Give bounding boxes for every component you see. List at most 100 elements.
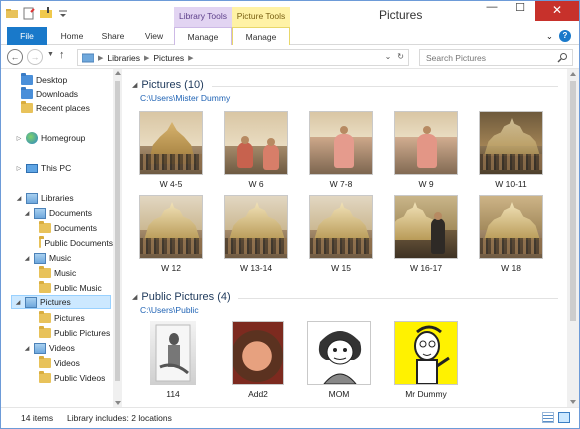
picture-tools-header: Picture Tools bbox=[232, 7, 290, 29]
thumbnail-caption: W 10-11 bbox=[495, 179, 527, 189]
photo-thumbnail bbox=[394, 321, 458, 385]
thumbnail-item[interactable]: W 13-14 bbox=[223, 195, 289, 273]
thumbnail-item[interactable]: W 4-5 bbox=[138, 111, 204, 189]
maximize-button[interactable]: ☐ bbox=[507, 1, 533, 21]
nav-label: Music bbox=[54, 268, 77, 278]
scroll-up-icon[interactable] bbox=[115, 71, 121, 75]
nav-item-public-videos[interactable]: Public Videos bbox=[39, 371, 105, 385]
refresh-icon[interactable]: ↻ bbox=[397, 52, 404, 61]
group-header-public-pictures[interactable]: ◢ Public Pictures (4) bbox=[132, 291, 231, 303]
thumbnail-item[interactable]: W 7-8 bbox=[308, 111, 374, 189]
collapse-group-icon[interactable]: ◢ bbox=[132, 81, 137, 89]
content-pane: ◢ Pictures (10) C:\Users\Mister Dummy W … bbox=[126, 69, 567, 407]
content-scrollbar[interactable] bbox=[567, 69, 579, 407]
tab-manage-library[interactable]: Manage bbox=[174, 27, 232, 45]
nav-item-videos-library[interactable]: ◢ Videos bbox=[23, 341, 75, 355]
collapse-group-icon[interactable]: ◢ bbox=[132, 293, 137, 301]
breadcrumb-libraries[interactable]: Libraries bbox=[107, 53, 140, 63]
nav-scroll-thumb[interactable] bbox=[115, 81, 120, 381]
thumbnail-item[interactable]: 114 bbox=[140, 321, 206, 399]
thumbnail-item[interactable]: W 10-11 bbox=[478, 111, 544, 189]
address-bar[interactable]: ▶ Libraries ▶ Pictures ▶ ⌄ ↻ bbox=[77, 49, 409, 66]
thumbnail-item[interactable]: Add2 bbox=[225, 321, 291, 399]
nav-scrollbar[interactable] bbox=[113, 69, 122, 407]
scroll-down-icon[interactable] bbox=[570, 400, 576, 404]
thumbnail-item[interactable]: Mr Dummy bbox=[393, 321, 459, 399]
thumbnail-item[interactable]: MOM bbox=[306, 321, 372, 399]
folder-icon bbox=[39, 311, 51, 323]
content-scroll-thumb[interactable] bbox=[570, 81, 576, 321]
large-icons-view-button[interactable] bbox=[558, 412, 570, 423]
thumbnail-item[interactable]: W 12 bbox=[138, 195, 204, 273]
photo-thumbnail bbox=[309, 195, 373, 259]
nav-item-recent-places[interactable]: Recent places bbox=[21, 101, 90, 115]
computer-icon bbox=[26, 163, 38, 173]
group-path-link[interactable]: C:\Users\Mister Dummy bbox=[140, 93, 230, 103]
nav-item-public-music[interactable]: Public Music bbox=[39, 281, 102, 295]
nav-item-desktop[interactable]: Desktop bbox=[21, 73, 67, 87]
search-box[interactable] bbox=[419, 49, 573, 66]
breadcrumb-separator: ▶ bbox=[188, 54, 194, 62]
collapse-arrow-icon[interactable]: ◢ bbox=[15, 195, 23, 202]
collapse-arrow-icon[interactable]: ◢ bbox=[23, 345, 31, 352]
search-input[interactable] bbox=[426, 53, 551, 63]
nav-item-public-pictures[interactable]: Public Pictures bbox=[39, 326, 110, 340]
scroll-up-icon[interactable] bbox=[570, 72, 576, 76]
thumbnail-item[interactable]: W 18 bbox=[478, 195, 544, 273]
recent-locations-dropdown[interactable]: ▼ bbox=[47, 51, 54, 58]
thumbnail-caption: W 6 bbox=[248, 179, 264, 189]
nav-item-this-pc[interactable]: ▷ This PC bbox=[15, 161, 72, 175]
tab-home[interactable]: Home bbox=[53, 27, 91, 45]
navigation-pane: Desktop Downloads Recent places ▷ Homegr… bbox=[1, 69, 122, 407]
collapse-arrow-icon[interactable]: ◢ bbox=[23, 210, 31, 217]
scroll-down-icon[interactable] bbox=[115, 401, 121, 405]
nav-label: Documents bbox=[54, 223, 97, 233]
close-button[interactable]: ✕ bbox=[535, 1, 579, 21]
address-dropdown-icon[interactable]: ⌄ bbox=[385, 52, 392, 61]
group-title: Public Pictures (4) bbox=[141, 291, 231, 303]
thumbnail-caption: 114 bbox=[166, 389, 180, 399]
group-path-link[interactable]: C:\Users\Public bbox=[140, 305, 199, 315]
tab-file[interactable]: File bbox=[7, 27, 47, 45]
nav-item-documents[interactable]: Documents bbox=[39, 221, 97, 235]
desktop-icon bbox=[21, 73, 33, 85]
nav-item-pictures-library[interactable]: ◢ Pictures bbox=[11, 295, 111, 309]
nav-label: Public Music bbox=[54, 283, 102, 293]
back-button[interactable]: ← bbox=[7, 49, 23, 65]
nav-item-videos[interactable]: Videos bbox=[39, 356, 80, 370]
tab-view[interactable]: View bbox=[135, 27, 173, 45]
thumbnail-item[interactable]: W 16-17 bbox=[393, 195, 459, 273]
group-header-pictures[interactable]: ◢ Pictures (10) bbox=[132, 79, 204, 91]
thumbnail-caption: Mr Dummy bbox=[405, 389, 447, 399]
details-view-button[interactable] bbox=[542, 412, 554, 423]
up-button[interactable]: ↑ bbox=[59, 49, 65, 61]
new-folder-icon[interactable] bbox=[39, 6, 53, 20]
properties-icon[interactable] bbox=[22, 6, 36, 20]
nav-item-downloads[interactable]: Downloads bbox=[21, 87, 78, 101]
nav-item-pictures[interactable]: Pictures bbox=[39, 311, 85, 325]
nav-item-documents-library[interactable]: ◢ Documents bbox=[23, 206, 92, 220]
expand-arrow-icon[interactable]: ▷ bbox=[15, 165, 23, 172]
customize-qat-icon[interactable] bbox=[56, 6, 70, 20]
minimize-button[interactable]: — bbox=[479, 1, 505, 21]
tab-share[interactable]: Share bbox=[95, 27, 131, 45]
folder-icon bbox=[39, 326, 51, 338]
forward-button[interactable]: → bbox=[27, 49, 43, 65]
breadcrumb-pictures[interactable]: Pictures bbox=[153, 53, 184, 63]
collapse-arrow-icon[interactable]: ◢ bbox=[14, 299, 22, 306]
nav-item-libraries[interactable]: ◢ Libraries bbox=[15, 191, 74, 205]
nav-item-homegroup[interactable]: ▷ Homegroup bbox=[15, 131, 85, 145]
expand-ribbon-icon[interactable]: ⌄ bbox=[546, 31, 553, 42]
help-icon[interactable]: ? bbox=[559, 30, 571, 42]
thumbnail-item[interactable]: W 9 bbox=[393, 111, 459, 189]
expand-arrow-icon[interactable]: ▷ bbox=[15, 135, 23, 142]
nav-item-music-library[interactable]: ◢ Music bbox=[23, 251, 71, 265]
nav-item-public-documents[interactable]: Public Documents bbox=[39, 236, 113, 250]
nav-item-music[interactable]: Music bbox=[39, 266, 76, 280]
collapse-arrow-icon[interactable]: ◢ bbox=[23, 255, 31, 262]
thumbnail-item[interactable]: W 6 bbox=[223, 111, 289, 189]
downloads-icon bbox=[21, 87, 33, 99]
tab-manage-picture[interactable]: Manage bbox=[232, 27, 290, 45]
homegroup-icon bbox=[26, 132, 38, 144]
thumbnail-item[interactable]: W 15 bbox=[308, 195, 374, 273]
